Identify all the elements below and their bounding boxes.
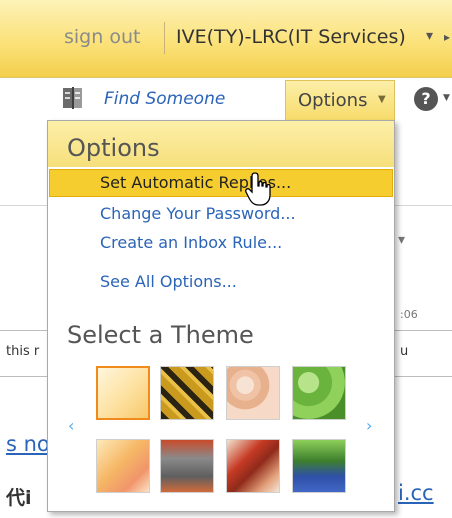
create-inbox-rule-item[interactable]: Create an Inbox Rule... [100,233,282,252]
options-button-label: Options [298,90,368,111]
options-menu-title: Options [67,134,160,162]
see-all-options-item[interactable]: See All Options... [100,272,237,291]
background-time: :06 [400,308,418,321]
overflow-arrow-icon: ▸ [444,30,451,44]
background-divider [0,205,47,206]
stripes-theme[interactable] [160,366,214,420]
background-divider [395,205,452,206]
sign-out-link[interactable]: sign out [64,26,140,48]
orange-glow-theme[interactable] [96,439,150,493]
background-message-snippet: this r [6,344,40,359]
background-divider [395,330,452,331]
chevron-right-icon[interactable]: › [366,416,372,435]
select-theme-title: Select a Theme [67,321,254,349]
background-divider [0,376,47,377]
hand-pointer-icon [245,172,271,206]
header-divider [164,22,165,54]
chevron-down-icon: ▼ [378,94,386,105]
pastel-swirl-theme[interactable] [226,366,280,420]
help-icon[interactable]: ? [414,87,438,111]
chevron-left-icon[interactable]: ‹ [68,416,74,435]
top-bar: sign out IVE(TY)-LRC(IT Services) ▾ ▸ [0,0,452,78]
background-message-snippet: u [400,344,409,359]
chevron-down-icon[interactable]: ▾ [426,28,433,44]
user-account-name[interactable]: IVE(TY)-LRC(IT Services) [176,26,406,48]
options-dropdown-menu: Options Set Automatic Replies... Change … [47,120,395,512]
options-menu-header: Options [48,121,394,167]
options-menu-button[interactable]: Options ▼ [285,80,395,120]
background-heading: 代ⅰ [6,487,32,509]
red-leaves-theme[interactable] [226,439,280,493]
robot-theme[interactable] [160,439,214,493]
background-link[interactable]: s no [6,432,50,456]
background-link[interactable]: i.cc [398,481,434,505]
background-divider [395,376,452,377]
find-someone-link[interactable]: Find Someone [104,89,225,109]
sunrise-theme[interactable] [96,366,150,420]
background-divider [0,330,47,331]
chevron-down-icon[interactable]: ▼ [443,93,450,103]
address-book-icon[interactable] [62,86,84,110]
green-leaves-theme[interactable] [292,366,346,420]
monster-theme[interactable] [292,439,346,493]
chevron-down-icon: ▾ [398,232,406,248]
